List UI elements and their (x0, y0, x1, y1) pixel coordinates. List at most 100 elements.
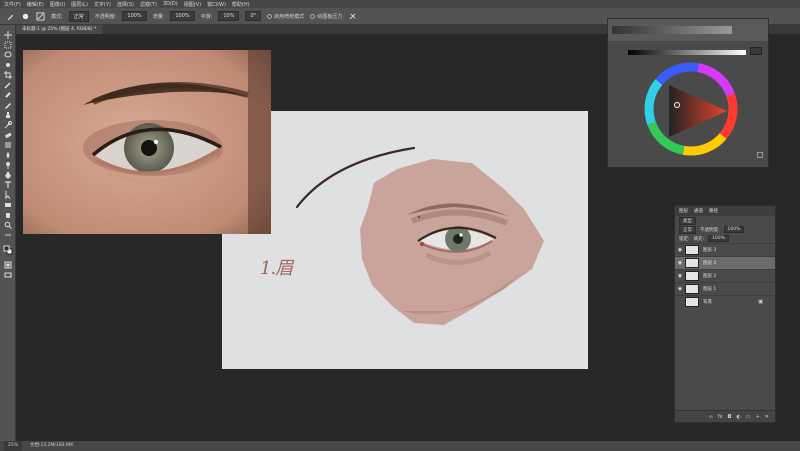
layer-name: 图层 4 (703, 261, 717, 266)
dodge-tool-icon[interactable] (4, 161, 12, 169)
pressure-checkbox-icon (310, 13, 316, 19)
clone-stamp-tool-icon[interactable] (4, 111, 12, 119)
reference-photo (23, 50, 271, 234)
layer-thumbnail (685, 297, 699, 307)
menu-item-edit[interactable]: 编辑(E) (27, 1, 44, 8)
layer-opacity-field[interactable]: 100% (723, 226, 745, 233)
layer-thumbnail (685, 258, 699, 268)
lock-label: 锁定: (679, 236, 690, 242)
rectangle-tool-icon[interactable] (4, 201, 12, 209)
mode-label: 模式: (51, 13, 63, 20)
blur-tool-icon[interactable] (4, 151, 12, 159)
adjustment-layer-icon[interactable]: ◐ (736, 414, 740, 420)
brush-tool-icon[interactable] (4, 101, 12, 109)
quick-mask-icon[interactable] (4, 261, 12, 269)
crop-tool-icon[interactable] (4, 71, 12, 79)
sketch-label: 1.眉 (260, 258, 293, 279)
fill-field[interactable]: 100% (708, 235, 729, 242)
smoothing-field[interactable]: 10% (218, 11, 240, 21)
link-layers-icon[interactable]: ∞ (709, 414, 713, 420)
layer-opacity-label: 不透明度: (700, 227, 720, 233)
lasso-tool-icon[interactable] (4, 51, 12, 59)
tab-paths[interactable]: 路径 (709, 208, 718, 214)
layer-row[interactable]: ◉ 图层 1 (675, 282, 775, 295)
menu-item-3d[interactable]: 3D(D) (163, 1, 178, 7)
eyedropper-tool-icon[interactable] (4, 81, 12, 89)
layer-row-selected[interactable]: ◉ 图层 4 (675, 256, 775, 269)
menu-item-help[interactable]: 帮助(H) (232, 1, 250, 8)
color-panel-header (608, 19, 768, 41)
more-tools-icon[interactable] (4, 231, 12, 239)
eye-icon[interactable]: ◉ (675, 260, 685, 266)
hand-tool-icon[interactable] (4, 211, 12, 219)
menu-item-layer[interactable]: 图层(L) (71, 1, 88, 8)
document-canvas[interactable]: 1.眉 (222, 111, 588, 369)
menu-item-image[interactable]: 图像(I) (50, 1, 65, 8)
move-tool-icon[interactable] (4, 31, 12, 39)
marquee-tool-icon[interactable] (4, 41, 12, 49)
pressure-label: 绘图板压力 (317, 13, 343, 20)
path-selection-tool-icon[interactable] (4, 191, 12, 199)
menu-item-filter[interactable]: 滤镜(T) (140, 1, 157, 8)
pen-tool-icon[interactable] (4, 171, 12, 179)
menu-bar: 文件(F) 编辑(E) 图像(I) 图层(L) 文字(Y) 选择(S) 滤镜(T… (0, 0, 800, 8)
lock-row: 锁定: 填充: 100% (675, 234, 775, 243)
eye-icon[interactable]: ◉ (675, 273, 685, 279)
layer-style-icon[interactable]: fx (718, 414, 723, 420)
brightness-slider[interactable] (628, 50, 746, 55)
layer-kind-filter[interactable]: 类型 (679, 216, 696, 225)
quick-select-tool-icon[interactable] (4, 61, 12, 69)
healing-brush-tool-icon[interactable] (4, 91, 12, 99)
layer-row-background[interactable]: 背景 ▣ (675, 295, 775, 308)
layer-thumbnail (685, 271, 699, 281)
mode-select[interactable]: 正常 (68, 10, 89, 22)
tools-panel (0, 25, 16, 441)
add-mask-icon[interactable]: ◘ (728, 414, 732, 420)
gradient-tool-icon[interactable] (4, 141, 12, 149)
brightness-swatch[interactable] (750, 47, 762, 55)
blend-row: 正常 不透明度: 100% (675, 225, 775, 234)
menu-item-window[interactable]: 窗口(W) (207, 1, 226, 8)
tab-layers[interactable]: 图层 (679, 208, 688, 214)
brush-settings-icon[interactable] (36, 11, 45, 21)
opacity-field[interactable]: 100% (122, 11, 147, 21)
lock-icon: ▣ (758, 299, 763, 305)
menu-item-file[interactable]: 文件(F) (4, 1, 21, 8)
layer-row[interactable]: ◉ 图层 2 (675, 269, 775, 282)
color-panel-options-icon[interactable] (757, 152, 763, 158)
brush-tool-icon[interactable] (6, 12, 15, 21)
layer-row[interactable]: ◉ 图层 3 (675, 243, 775, 256)
opacity-label: 不透明度: (94, 13, 117, 20)
color-wheel-icon[interactable] (643, 61, 739, 157)
fill-label: 填充: (693, 236, 705, 242)
flow-field[interactable]: 100% (170, 11, 195, 21)
angle-field[interactable]: 0° (245, 11, 262, 21)
pressure-toggle[interactable]: 绘图板压力 (310, 13, 342, 20)
menu-item-view[interactable]: 视图(V) (184, 1, 201, 8)
new-layer-icon[interactable]: + (756, 414, 760, 420)
tab-channels[interactable]: 通道 (694, 208, 703, 214)
eraser-tool-icon[interactable] (4, 131, 12, 139)
document-info: 文档:13.2M/183.6M (30, 443, 73, 448)
zoom-level[interactable]: 25% (4, 441, 23, 451)
menu-item-select[interactable]: 选择(S) (117, 1, 134, 8)
history-brush-tool-icon[interactable] (4, 121, 12, 129)
type-tool-icon[interactable] (4, 181, 12, 189)
eye-icon[interactable]: ◉ (675, 286, 685, 292)
brush-preset-icon[interactable] (21, 12, 30, 21)
foreground-background-color-icon[interactable] (3, 245, 13, 255)
screen-mode-icon[interactable] (4, 271, 12, 279)
airbrush-toggle[interactable]: 启用喷枪模式 (267, 13, 304, 20)
airbrush-label: 启用喷枪模式 (274, 13, 305, 20)
delete-layer-icon[interactable]: ✕ (765, 414, 769, 420)
blend-mode-select[interactable]: 正常 (679, 225, 696, 234)
menu-item-type[interactable]: 文字(Y) (94, 1, 111, 8)
document-tab[interactable]: 未标题-1 @ 25% (图层 4, RGB/8) * (16, 25, 103, 34)
eye-icon[interactable]: ◉ (675, 247, 685, 253)
color-ramp[interactable] (612, 26, 732, 34)
zoom-tool-icon[interactable] (4, 221, 12, 229)
status-bar: 25% 文档:13.2M/183.6M (0, 441, 800, 451)
symmetry-icon[interactable] (348, 12, 357, 21)
new-group-icon[interactable]: ▭ (746, 414, 751, 420)
color-panel (607, 18, 769, 168)
